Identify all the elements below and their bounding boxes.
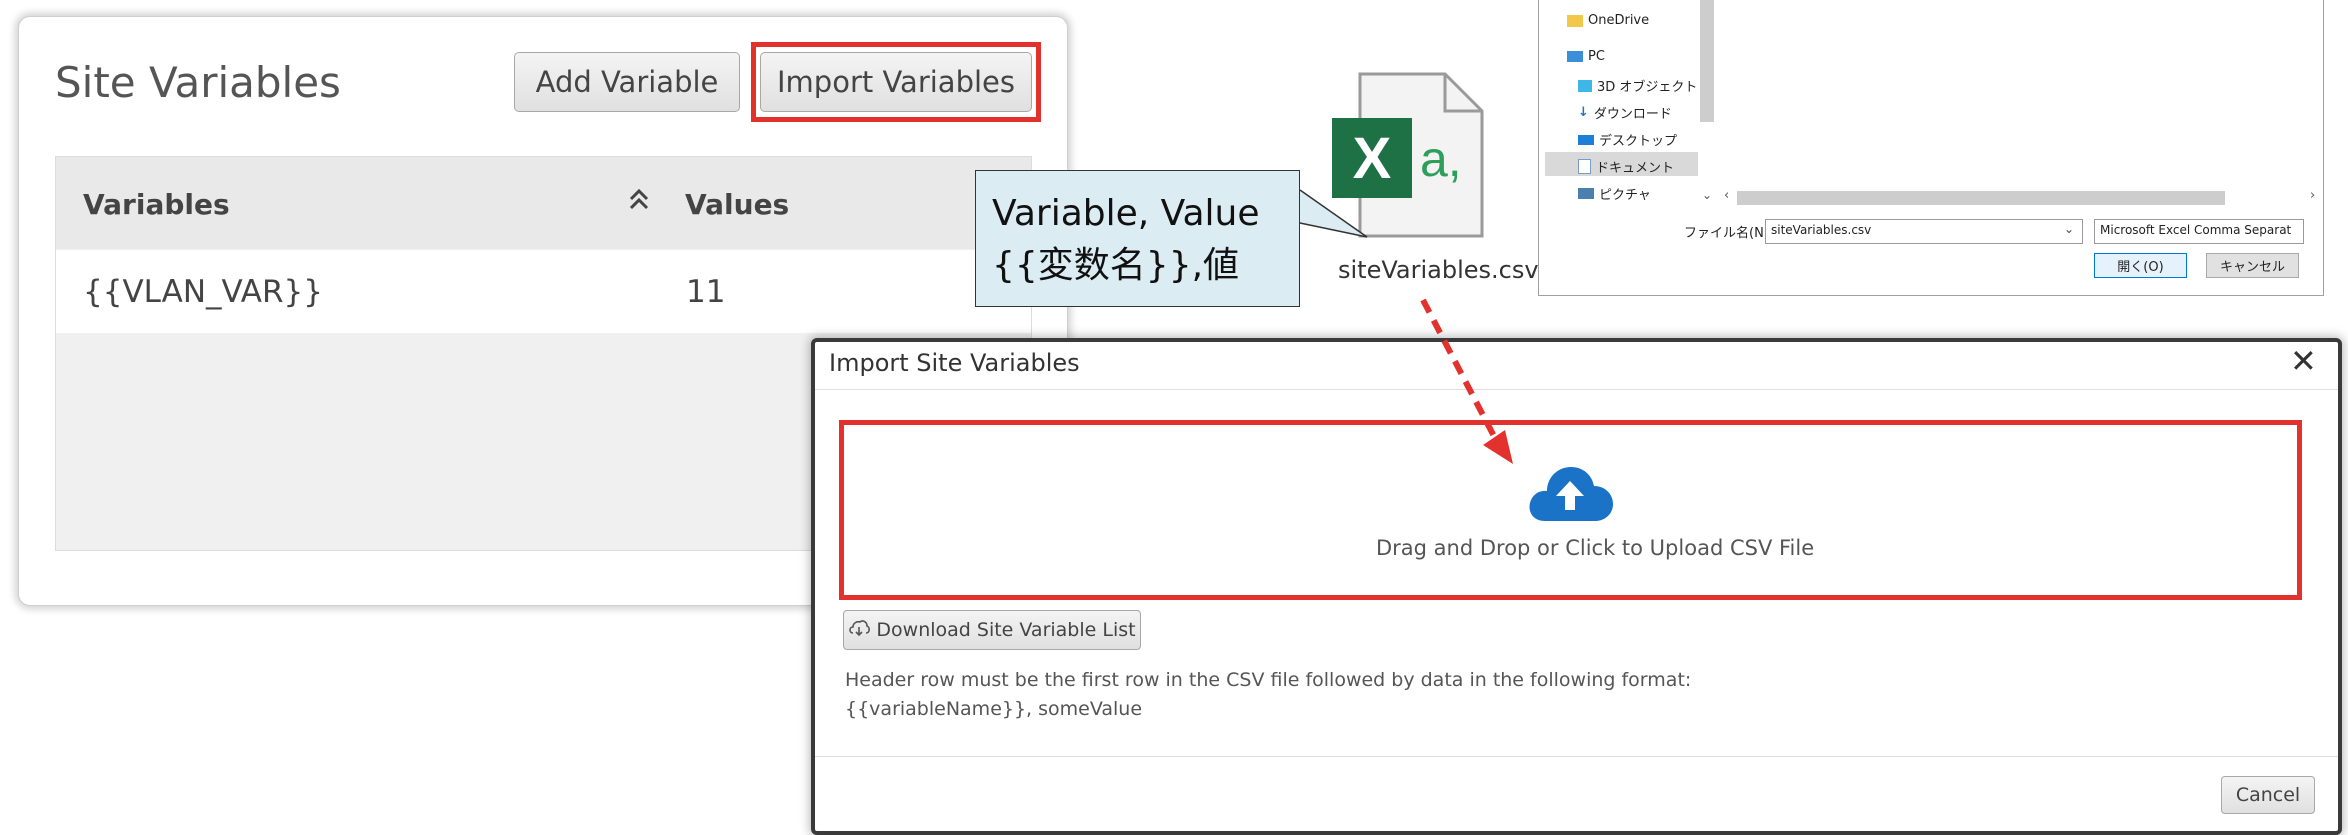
document-icon xyxy=(1578,159,1591,174)
tree-item-documents[interactable]: ドキュメント xyxy=(1578,157,1674,176)
chevron-down-icon[interactable]: ⌄ xyxy=(1702,188,1712,202)
cancel-button[interactable]: Cancel xyxy=(2221,776,2315,814)
cloud-upload-icon[interactable] xyxy=(1525,455,1615,527)
tree-item-3d[interactable]: 3D オブジェクト xyxy=(1578,76,1697,95)
filename-label: ファイル名(N): xyxy=(1684,226,1774,241)
close-icon[interactable]: ✕ xyxy=(2290,342,2317,380)
callout-pointer xyxy=(1299,189,1368,238)
horizontal-scrollbar[interactable] xyxy=(1737,191,2225,205)
scroll-left-icon[interactable]: ‹ xyxy=(1724,188,1729,203)
drop-zone-text: Drag and Drop or Click to Upload CSV Fil… xyxy=(1376,536,1815,560)
dashed-arrow-icon xyxy=(1420,298,1513,464)
monitor-icon xyxy=(1567,51,1583,62)
sort-icon[interactable] xyxy=(627,186,651,221)
dialog-cancel-button[interactable]: キャンセル xyxy=(2206,253,2299,278)
format-hint-line-2: {{variableName}}, someValue xyxy=(845,698,1143,720)
tree-item-pc[interactable]: PC xyxy=(1567,49,1605,64)
panel-title: Site Variables xyxy=(55,58,341,107)
csv-file-name: siteVariables.csv xyxy=(1338,256,1539,284)
file-type-select[interactable]: Microsoft Excel Comma Separat xyxy=(2094,219,2304,244)
filename-dropdown-icon[interactable]: ⌄ xyxy=(2064,222,2074,236)
column-header-variables[interactable]: Variables xyxy=(83,188,230,221)
add-variable-button[interactable]: Add Variable xyxy=(514,52,740,112)
tree-item-desktop[interactable]: デスクトップ xyxy=(1578,130,1677,149)
open-button[interactable]: 開く(O) xyxy=(2094,253,2187,278)
column-header-values[interactable]: Values xyxy=(685,188,789,221)
divider xyxy=(815,756,2338,757)
tree-item-onedrive[interactable]: OneDrive xyxy=(1567,13,1649,28)
tree-item-pictures[interactable]: ピクチャ xyxy=(1578,184,1651,203)
cube-icon xyxy=(1578,79,1592,92)
scroll-right-icon[interactable]: › xyxy=(2310,188,2315,203)
callout-line-1: Variable, Value xyxy=(992,193,1260,234)
download-arrow-icon: ↓ xyxy=(1578,105,1589,120)
folder-icon xyxy=(1567,14,1583,27)
cell-variable: {{VLAN_VAR}} xyxy=(83,274,323,310)
callout-line-2: {{変数名}},値 xyxy=(992,245,1240,286)
picture-icon xyxy=(1578,188,1594,199)
divider xyxy=(815,389,2338,390)
filename-input[interactable]: siteVariables.csv xyxy=(1765,219,2083,244)
modal-title: Import Site Variables xyxy=(829,349,1080,377)
import-variables-button[interactable]: Import Variables xyxy=(760,52,1032,112)
excel-cells-glyph: a, xyxy=(1420,131,1462,187)
cell-value: 11 xyxy=(686,274,726,310)
tree-item-downloads[interactable]: ↓ ダウンロード xyxy=(1578,103,1672,122)
desktop-icon xyxy=(1578,134,1594,145)
vertical-scrollbar[interactable] xyxy=(1700,0,1714,122)
format-hint-line-1: Header row must be the first row in the … xyxy=(845,669,1692,691)
download-site-variable-list-button[interactable]: Download Site Variable List xyxy=(843,610,1141,650)
cloud-download-icon xyxy=(848,619,871,642)
